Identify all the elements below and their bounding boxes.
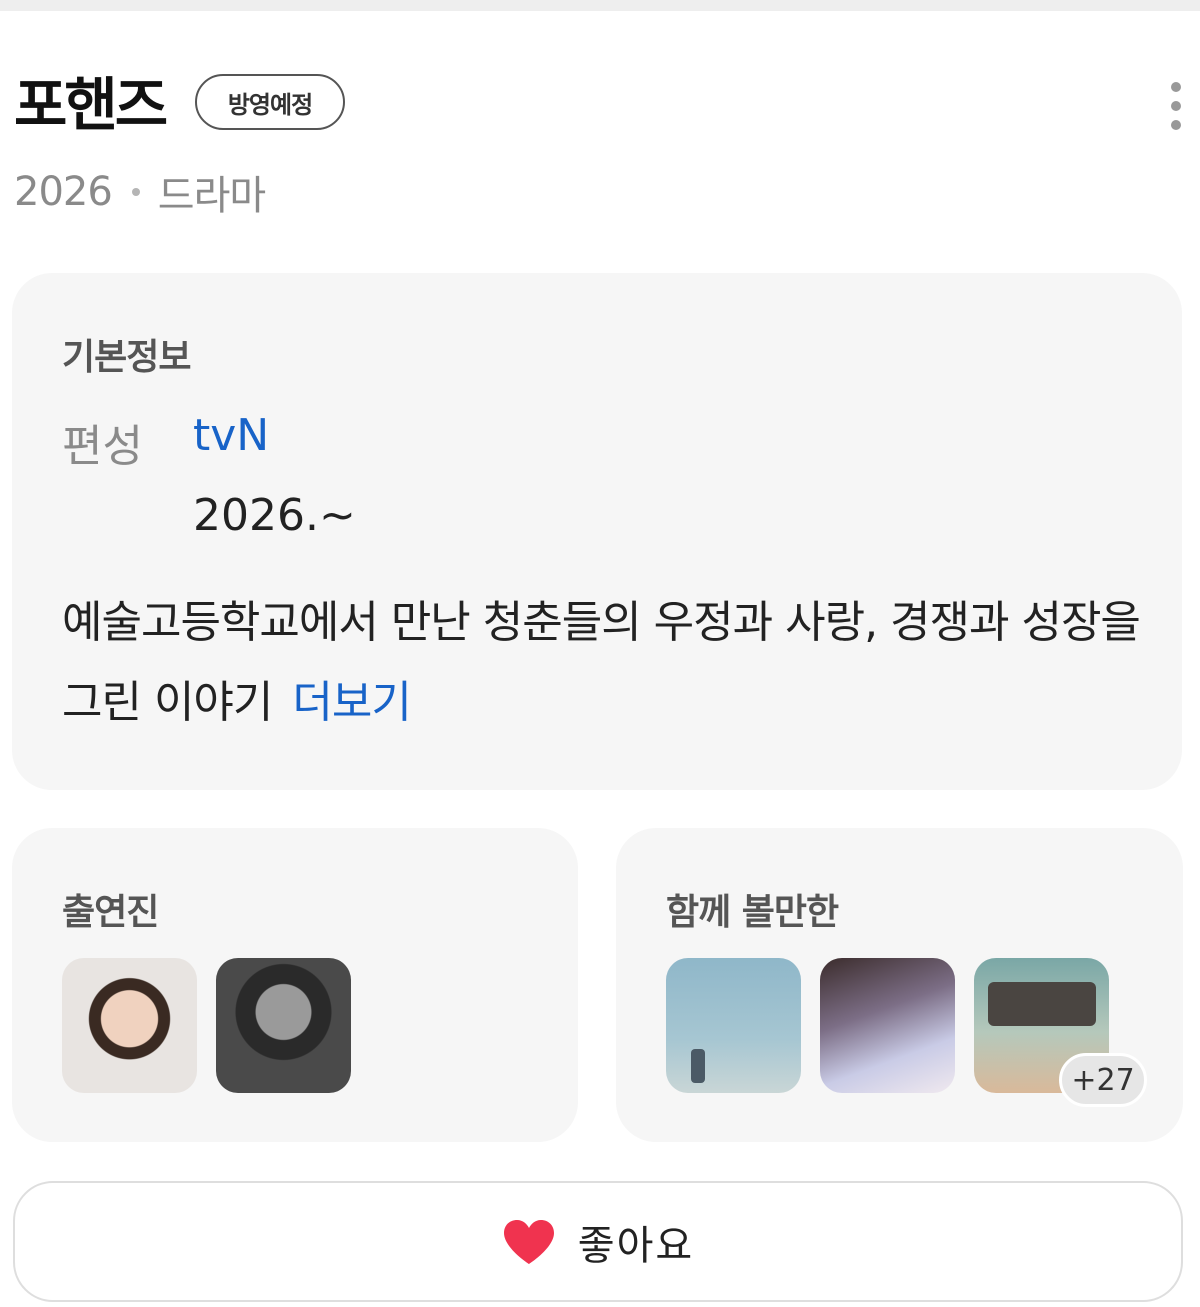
recommendations-title[interactable]: 함께 볼만한 <box>666 883 839 935</box>
title-meta: 2026 드라마 <box>14 165 266 219</box>
cast-title[interactable]: 출연진 <box>62 883 159 935</box>
title-header: 포핸즈 방영예정 <box>14 70 1186 140</box>
recommendations-list <box>666 958 1109 1093</box>
separator-dot <box>131 188 140 196</box>
more-count-badge[interactable]: +27 <box>1059 1053 1147 1107</box>
more-dot-icon <box>1171 82 1181 92</box>
synopsis-more-link[interactable]: 더보기 <box>292 677 411 728</box>
like-button[interactable]: 좋아요 <box>13 1181 1183 1302</box>
synopsis: 예술고등학교에서 만난 청춘들의 우정과 사랑, 경쟁과 성장을 그린 이야기 더… <box>62 583 1142 743</box>
more-dot-icon <box>1171 120 1181 130</box>
status-badge: 방영예정 <box>195 74 345 130</box>
recommendation-poster[interactable] <box>820 958 955 1093</box>
page-title: 포핸즈 <box>14 71 168 139</box>
recommendation-poster[interactable] <box>666 958 801 1093</box>
release-year: 2026 <box>14 169 113 215</box>
cast-photo[interactable] <box>216 958 351 1093</box>
basic-info-title: 기본정보 <box>62 337 191 378</box>
like-label: 좋아요 <box>577 1222 695 1269</box>
more-dot-icon <box>1171 101 1181 111</box>
cast-list <box>62 958 351 1093</box>
heart-icon <box>503 1219 554 1264</box>
synopsis-text: 예술고등학교에서 만난 청춘들의 우정과 사랑, 경쟁과 성장을 그린 이야기 <box>62 597 1141 728</box>
channel-link[interactable]: tvN <box>193 410 269 461</box>
air-date: 2026.~ <box>193 490 356 541</box>
cast-card: 출연진 <box>12 828 578 1142</box>
cast-photo[interactable] <box>62 958 197 1093</box>
genre: 드라마 <box>157 173 266 219</box>
basic-info-card: 기본정보 편성 tvN 2026.~ 예술고등학교에서 만난 청춘들의 우정과 … <box>12 273 1182 790</box>
channel-label: 편성 <box>62 421 143 472</box>
top-strip <box>0 0 1200 11</box>
more-options-button[interactable] <box>1166 76 1186 136</box>
